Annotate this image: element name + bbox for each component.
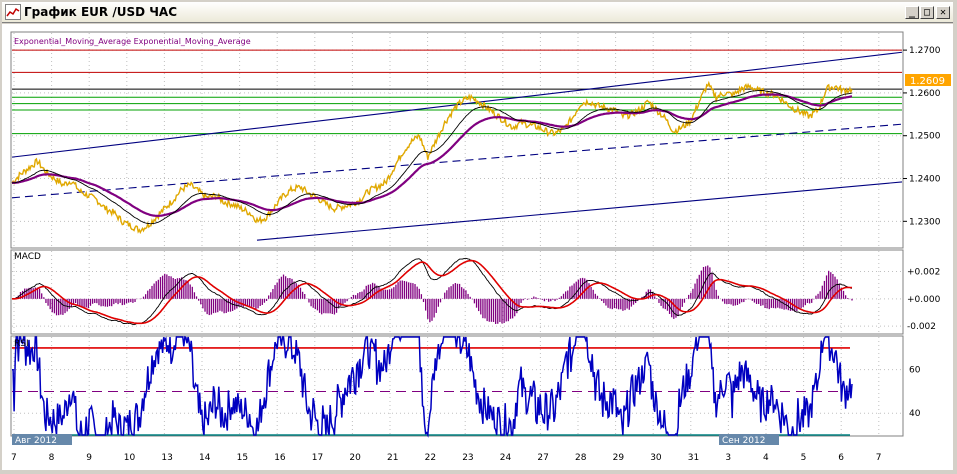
x-tick-label: 4 (763, 453, 769, 463)
x-tick-label: 20 (349, 453, 361, 463)
chart-canvas[interactable]: 7 8 9 10 13 14 15 16 17 20 21 22 23 24 27 28 29 30 31 3 4 5 6 7… (2, 24, 953, 470)
x-tick-label: 23 (462, 453, 473, 463)
price-y-tick-label: 1.2700 (909, 46, 941, 56)
x-tick-label: 6 (838, 453, 844, 463)
month-label-aug: Авг 2012 (15, 436, 57, 446)
macd-y-tick-label: +0.000 (907, 295, 941, 305)
rsi-title: RSI (14, 339, 29, 349)
x-tick-label: 7 (11, 453, 17, 463)
close-button[interactable]: ✕ (936, 6, 950, 19)
macd-y-tick-label: -0.002 (907, 322, 936, 332)
macd-title: MACD (14, 252, 41, 262)
price-y-tick-label: 1.2500 (909, 132, 941, 142)
price-panel[interactable] (10, 31, 904, 249)
x-tick-label: 8 (49, 453, 55, 463)
price-y-tick-label: 1.2300 (909, 217, 941, 227)
x-tick-label: 5 (801, 453, 807, 463)
chart-window: График EUR /USD ЧАС _ □ ✕ 7 8 9 10 13 14 15 16 1… (0, 0, 957, 472)
x-tick-label: 3 (725, 453, 731, 463)
title-bar[interactable]: График EUR /USD ЧАС _ □ ✕ (2, 2, 953, 23)
indicator-caption: Exponential_Moving_Average Exponential_M… (14, 37, 251, 46)
x-tick-label: 27 (537, 453, 548, 463)
last-price-label: 1.2609 (910, 76, 945, 87)
x-tick-label: 22 (425, 453, 436, 463)
rsi-y-tick-label: 40 (909, 409, 921, 419)
rsi-y-tick-label: 60 (909, 366, 921, 376)
month-label-sep: Сен 2012 (722, 436, 765, 446)
x-tick-label: 21 (387, 453, 398, 463)
x-tick-label: 10 (124, 453, 136, 463)
maximize-button[interactable]: □ (920, 6, 934, 19)
x-tick-label: 30 (650, 453, 662, 463)
rsi-panel[interactable] (10, 335, 904, 437)
window-title: График EUR /USD ЧАС (24, 5, 178, 19)
minimize-button[interactable]: _ (905, 6, 919, 19)
x-tick-label: 15 (237, 453, 248, 463)
x-tick-label: 31 (688, 453, 699, 463)
x-tick-label: 28 (575, 453, 587, 463)
x-tick-label: 7 (876, 453, 882, 463)
macd-y-tick-label: +0.002 (907, 268, 940, 278)
x-tick-label: 16 (274, 453, 286, 463)
chart-client-area: 7 8 9 10 13 14 15 16 17 20 21 22 23 24 27 28 29 30 31 3 4 5 6 7… (2, 24, 953, 470)
x-tick-label: 29 (613, 453, 625, 463)
x-tick-label: 9 (86, 453, 92, 463)
x-tick-label: 13 (161, 453, 172, 463)
x-tick-label: 14 (199, 453, 211, 463)
price-y-tick-label: 1.2600 (909, 89, 941, 99)
x-tick-label: 17 (312, 453, 323, 463)
chart-icon (5, 4, 21, 20)
x-tick-label: 24 (500, 453, 512, 463)
price-y-tick-label: 1.2400 (909, 175, 941, 185)
